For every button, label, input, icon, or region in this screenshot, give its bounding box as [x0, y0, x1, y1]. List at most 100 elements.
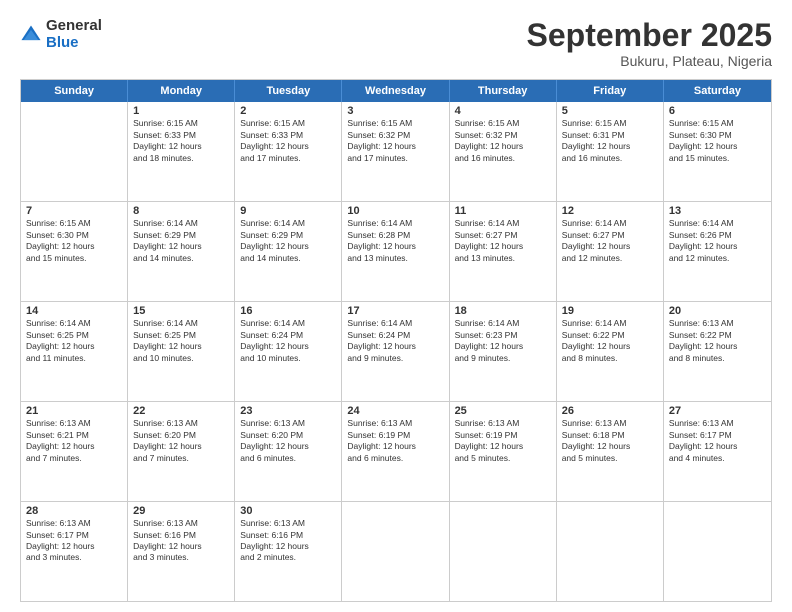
day-number: 16	[240, 305, 336, 317]
day-info: Sunrise: 6:13 AM Sunset: 6:20 PM Dayligh…	[240, 418, 336, 464]
calendar-cell: 29Sunrise: 6:13 AM Sunset: 6:16 PM Dayli…	[128, 502, 235, 601]
header: General Blue September 2025 Bukuru, Plat…	[20, 18, 772, 69]
calendar-row: 28Sunrise: 6:13 AM Sunset: 6:17 PM Dayli…	[21, 501, 771, 601]
title-block: September 2025 Bukuru, Plateau, Nigeria	[527, 18, 772, 69]
calendar-cell: 12Sunrise: 6:14 AM Sunset: 6:27 PM Dayli…	[557, 202, 664, 301]
day-info: Sunrise: 6:13 AM Sunset: 6:18 PM Dayligh…	[562, 418, 658, 464]
day-number: 15	[133, 305, 229, 317]
day-info: Sunrise: 6:13 AM Sunset: 6:21 PM Dayligh…	[26, 418, 122, 464]
calendar-header-cell: Wednesday	[342, 80, 449, 102]
calendar-cell: 22Sunrise: 6:13 AM Sunset: 6:20 PM Dayli…	[128, 402, 235, 501]
day-info: Sunrise: 6:14 AM Sunset: 6:24 PM Dayligh…	[347, 318, 443, 364]
calendar-cell: 20Sunrise: 6:13 AM Sunset: 6:22 PM Dayli…	[664, 302, 771, 401]
day-number: 29	[133, 505, 229, 517]
day-info: Sunrise: 6:14 AM Sunset: 6:29 PM Dayligh…	[240, 218, 336, 264]
day-number: 19	[562, 305, 658, 317]
day-number: 7	[26, 205, 122, 217]
day-number: 18	[455, 305, 551, 317]
day-info: Sunrise: 6:15 AM Sunset: 6:32 PM Dayligh…	[455, 118, 551, 164]
day-number: 3	[347, 105, 443, 117]
calendar-header-cell: Sunday	[21, 80, 128, 102]
day-info: Sunrise: 6:14 AM Sunset: 6:22 PM Dayligh…	[562, 318, 658, 364]
calendar-header-cell: Thursday	[450, 80, 557, 102]
logo-general: General	[46, 18, 102, 35]
day-number: 17	[347, 305, 443, 317]
day-info: Sunrise: 6:14 AM Sunset: 6:24 PM Dayligh…	[240, 318, 336, 364]
day-number: 23	[240, 405, 336, 417]
day-info: Sunrise: 6:14 AM Sunset: 6:25 PM Dayligh…	[133, 318, 229, 364]
day-number: 9	[240, 205, 336, 217]
day-number: 12	[562, 205, 658, 217]
day-number: 6	[669, 105, 766, 117]
calendar-cell: 16Sunrise: 6:14 AM Sunset: 6:24 PM Dayli…	[235, 302, 342, 401]
calendar-cell: 7Sunrise: 6:15 AM Sunset: 6:30 PM Daylig…	[21, 202, 128, 301]
day-info: Sunrise: 6:15 AM Sunset: 6:31 PM Dayligh…	[562, 118, 658, 164]
day-number: 24	[347, 405, 443, 417]
calendar-cell	[342, 502, 449, 601]
day-info: Sunrise: 6:14 AM Sunset: 6:28 PM Dayligh…	[347, 218, 443, 264]
calendar-cell: 3Sunrise: 6:15 AM Sunset: 6:32 PM Daylig…	[342, 102, 449, 201]
logo-text: General Blue	[46, 18, 102, 51]
day-number: 28	[26, 505, 122, 517]
calendar-cell: 14Sunrise: 6:14 AM Sunset: 6:25 PM Dayli…	[21, 302, 128, 401]
day-number: 25	[455, 405, 551, 417]
day-info: Sunrise: 6:15 AM Sunset: 6:33 PM Dayligh…	[240, 118, 336, 164]
day-info: Sunrise: 6:15 AM Sunset: 6:30 PM Dayligh…	[26, 218, 122, 264]
page: General Blue September 2025 Bukuru, Plat…	[0, 0, 792, 612]
day-info: Sunrise: 6:14 AM Sunset: 6:27 PM Dayligh…	[455, 218, 551, 264]
day-number: 20	[669, 305, 766, 317]
title-location: Bukuru, Plateau, Nigeria	[527, 53, 772, 69]
day-info: Sunrise: 6:14 AM Sunset: 6:25 PM Dayligh…	[26, 318, 122, 364]
calendar-cell: 13Sunrise: 6:14 AM Sunset: 6:26 PM Dayli…	[664, 202, 771, 301]
calendar-cell	[21, 102, 128, 201]
day-number: 21	[26, 405, 122, 417]
calendar-body: 1Sunrise: 6:15 AM Sunset: 6:33 PM Daylig…	[21, 102, 771, 601]
calendar-header-cell: Monday	[128, 80, 235, 102]
day-number: 2	[240, 105, 336, 117]
calendar-cell: 15Sunrise: 6:14 AM Sunset: 6:25 PM Dayli…	[128, 302, 235, 401]
logo-icon	[20, 24, 42, 46]
calendar-cell: 1Sunrise: 6:15 AM Sunset: 6:33 PM Daylig…	[128, 102, 235, 201]
day-info: Sunrise: 6:14 AM Sunset: 6:27 PM Dayligh…	[562, 218, 658, 264]
day-number: 30	[240, 505, 336, 517]
calendar-cell: 18Sunrise: 6:14 AM Sunset: 6:23 PM Dayli…	[450, 302, 557, 401]
calendar-cell: 9Sunrise: 6:14 AM Sunset: 6:29 PM Daylig…	[235, 202, 342, 301]
calendar-row: 7Sunrise: 6:15 AM Sunset: 6:30 PM Daylig…	[21, 201, 771, 301]
calendar-cell	[664, 502, 771, 601]
calendar-cell: 6Sunrise: 6:15 AM Sunset: 6:30 PM Daylig…	[664, 102, 771, 201]
calendar-cell: 21Sunrise: 6:13 AM Sunset: 6:21 PM Dayli…	[21, 402, 128, 501]
logo: General Blue	[20, 18, 102, 51]
calendar-cell: 17Sunrise: 6:14 AM Sunset: 6:24 PM Dayli…	[342, 302, 449, 401]
day-info: Sunrise: 6:13 AM Sunset: 6:17 PM Dayligh…	[26, 518, 122, 564]
day-info: Sunrise: 6:15 AM Sunset: 6:32 PM Dayligh…	[347, 118, 443, 164]
calendar-cell: 28Sunrise: 6:13 AM Sunset: 6:17 PM Dayli…	[21, 502, 128, 601]
calendar-header: SundayMondayTuesdayWednesdayThursdayFrid…	[21, 80, 771, 102]
calendar-cell: 26Sunrise: 6:13 AM Sunset: 6:18 PM Dayli…	[557, 402, 664, 501]
day-number: 26	[562, 405, 658, 417]
day-info: Sunrise: 6:13 AM Sunset: 6:19 PM Dayligh…	[455, 418, 551, 464]
calendar: SundayMondayTuesdayWednesdayThursdayFrid…	[20, 79, 772, 602]
day-number: 14	[26, 305, 122, 317]
calendar-cell: 25Sunrise: 6:13 AM Sunset: 6:19 PM Dayli…	[450, 402, 557, 501]
day-info: Sunrise: 6:14 AM Sunset: 6:23 PM Dayligh…	[455, 318, 551, 364]
day-info: Sunrise: 6:13 AM Sunset: 6:20 PM Dayligh…	[133, 418, 229, 464]
calendar-cell: 23Sunrise: 6:13 AM Sunset: 6:20 PM Dayli…	[235, 402, 342, 501]
calendar-cell: 4Sunrise: 6:15 AM Sunset: 6:32 PM Daylig…	[450, 102, 557, 201]
day-number: 11	[455, 205, 551, 217]
day-number: 5	[562, 105, 658, 117]
day-number: 8	[133, 205, 229, 217]
calendar-cell: 19Sunrise: 6:14 AM Sunset: 6:22 PM Dayli…	[557, 302, 664, 401]
day-info: Sunrise: 6:15 AM Sunset: 6:33 PM Dayligh…	[133, 118, 229, 164]
day-number: 4	[455, 105, 551, 117]
day-info: Sunrise: 6:13 AM Sunset: 6:16 PM Dayligh…	[240, 518, 336, 564]
calendar-cell	[450, 502, 557, 601]
calendar-header-cell: Saturday	[664, 80, 771, 102]
day-number: 27	[669, 405, 766, 417]
calendar-cell: 30Sunrise: 6:13 AM Sunset: 6:16 PM Dayli…	[235, 502, 342, 601]
day-info: Sunrise: 6:13 AM Sunset: 6:22 PM Dayligh…	[669, 318, 766, 364]
calendar-cell: 27Sunrise: 6:13 AM Sunset: 6:17 PM Dayli…	[664, 402, 771, 501]
calendar-row: 14Sunrise: 6:14 AM Sunset: 6:25 PM Dayli…	[21, 301, 771, 401]
calendar-header-cell: Tuesday	[235, 80, 342, 102]
title-month: September 2025	[527, 18, 772, 53]
calendar-cell: 24Sunrise: 6:13 AM Sunset: 6:19 PM Dayli…	[342, 402, 449, 501]
